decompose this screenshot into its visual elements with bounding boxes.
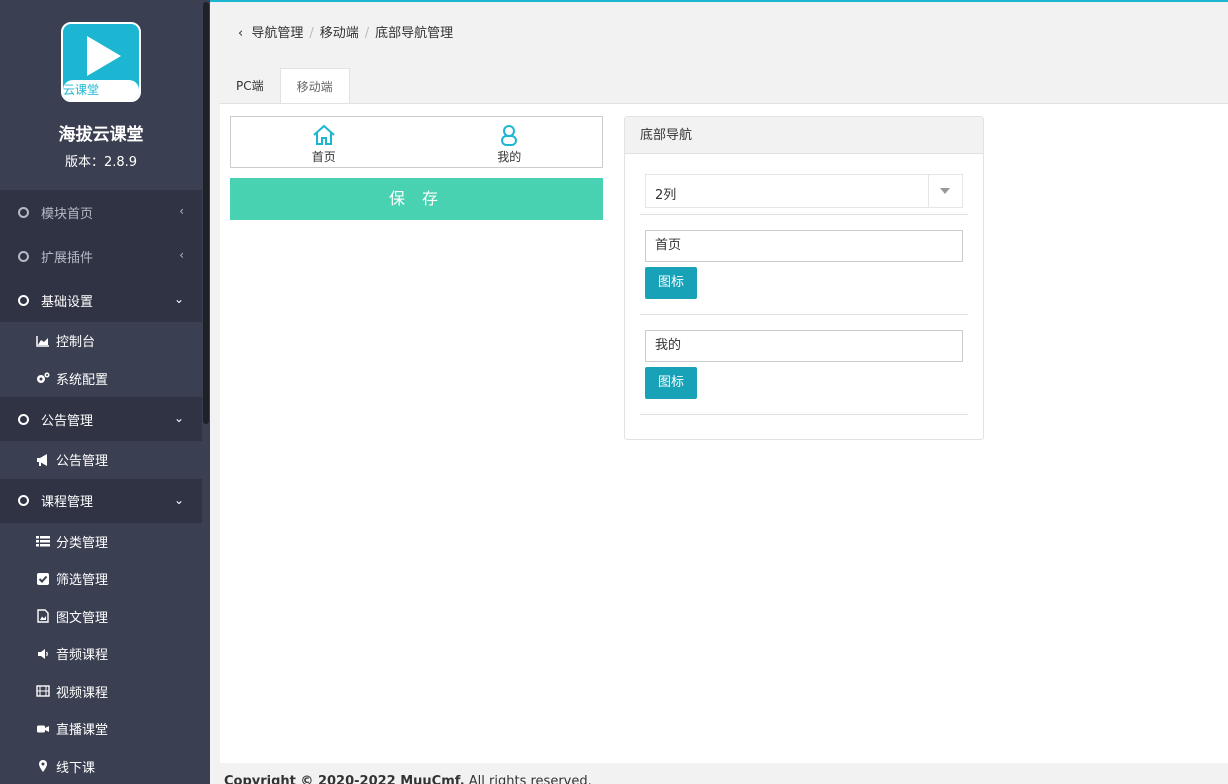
sidebar-item-notice-manage[interactable]: 公告管理 [0, 441, 202, 479]
area-chart-icon [36, 335, 49, 347]
sidebar-item-basic-settings[interactable]: 基础设置 ⌄ [0, 278, 202, 322]
volume-icon [38, 648, 48, 659]
circle-icon [18, 495, 29, 506]
sidebar-item-label: 直播课堂 [56, 723, 109, 739]
chevron-down-icon: ⌄ [173, 492, 184, 507]
tab-pc[interactable]: PC端 [220, 68, 280, 104]
bullhorn-icon [37, 453, 47, 466]
sidebar-item-category[interactable]: 分类管理 [0, 522, 202, 560]
sidebar-item-label: 线下课 [56, 760, 96, 776]
divider [640, 314, 968, 315]
preview-item-label: 首页 [311, 150, 336, 164]
play-icon [87, 36, 121, 76]
chevron-down-icon: ⌄ [173, 411, 184, 425]
tab-mobile[interactable]: 移动端 [279, 68, 350, 104]
sidebar-item-label: 图文管理 [56, 610, 109, 626]
nav-item-icon-button[interactable]: 图标 [645, 267, 697, 299]
caret-down-icon [940, 188, 950, 194]
sidebar-item-offline[interactable]: 线下课 [0, 747, 202, 784]
circle-icon [18, 294, 29, 306]
sidebar-item-label: 筛选管理 [56, 573, 109, 589]
preview-item-home[interactable]: 首页 [231, 117, 417, 167]
bottom-nav-panel: 底部导航 2列 首页 图标 我的 图标 [624, 116, 984, 440]
brand-name: 海拔云课堂 [58, 125, 144, 145]
breadcrumb-item[interactable]: 移动端 [320, 26, 359, 41]
sidebar-item-label: 基础设置 [41, 294, 94, 310]
copyright-text: Copyright © 2020-2022 MuuCmf. [224, 774, 465, 784]
breadcrumb-separator: / [309, 26, 314, 41]
panel-title: 底部导航 [625, 117, 983, 154]
app-logo: 云课堂 [61, 22, 141, 102]
preview-item-label: 我的 [497, 150, 522, 164]
save-button[interactable]: 保 存 [230, 178, 603, 220]
back-icon[interactable]: ‹ [238, 26, 243, 41]
sidebar-item-extensions[interactable]: 扩展插件 ‹ [0, 234, 202, 278]
sidebar: 云课堂 海拔云课堂 版本：2.8.9 模块首页 ‹ 扩展插件 ‹ 基础设置 ⌄ … [0, 0, 210, 784]
user-icon [501, 125, 518, 146]
image-file-icon [37, 609, 49, 623]
sidebar-item-video[interactable]: 视频课程 [0, 672, 202, 710]
home-icon [313, 124, 335, 145]
nav-item-name-input[interactable]: 我的 [645, 330, 963, 362]
tab-content: 首页 我的 保 存 底部导航 2列 首页 图标 我的 图标 [220, 103, 1228, 763]
sidebar-item-label: 公告管理 [56, 454, 109, 470]
nav-item-icon-button[interactable]: 图标 [645, 367, 697, 399]
sidebar-item-label: 视频课程 [56, 685, 109, 701]
scrollbar-thumb[interactable] [203, 2, 209, 424]
preview-item-mine[interactable]: 我的 [417, 117, 603, 167]
nav-item-name-input[interactable]: 首页 [645, 230, 963, 262]
circle-icon [18, 250, 29, 262]
divider [640, 214, 968, 215]
columns-select[interactable]: 2列 [645, 174, 963, 208]
circle-icon [18, 413, 29, 425]
sidebar-item-label: 模块首页 [41, 206, 94, 222]
columns-select-value: 2列 [655, 188, 677, 203]
video-camera-icon [37, 725, 49, 733]
breadcrumb-item[interactable]: 导航管理 [251, 26, 303, 41]
sidebar-scrollbar[interactable] [202, 0, 210, 784]
film-icon [36, 685, 50, 697]
map-marker-icon [39, 760, 47, 773]
breadcrumb-current: 底部导航管理 [375, 26, 454, 41]
sidebar-item-label: 分类管理 [56, 535, 109, 551]
sidebar-item-console[interactable]: 控制台 [0, 322, 202, 360]
chevron-left-icon: ‹ [179, 248, 184, 262]
sidebar-item-label: 课程管理 [41, 495, 94, 510]
sidebar-item-live[interactable]: 直播课堂 [0, 710, 202, 748]
sidebar-item-audio[interactable]: 音频课程 [0, 635, 202, 673]
tab-bar: PC端 移动端 [220, 68, 350, 104]
sidebar-item-notice-group[interactable]: 公告管理 ⌄ [0, 397, 202, 441]
divider [640, 414, 968, 415]
rights-text: All rights reserved. [464, 774, 592, 784]
logo-text: 云课堂 [63, 80, 139, 100]
breadcrumb-separator: / [364, 26, 370, 41]
sidebar-item-system-config[interactable]: 系统配置 [0, 359, 202, 397]
check-square-icon [37, 572, 49, 585]
breadcrumb: ‹ 导航管理 / 移动端 / 底部导航管理 [238, 22, 453, 41]
chevron-down-icon: ⌄ [173, 292, 184, 306]
sidebar-item-filter[interactable]: 筛选管理 [0, 560, 202, 598]
chevron-left-icon: ‹ [179, 204, 184, 218]
sidebar-item-graphic[interactable]: 图文管理 [0, 597, 202, 635]
bottom-nav-preview: 首页 我的 [230, 116, 603, 168]
sidebar-item-module-home[interactable]: 模块首页 ‹ [0, 190, 202, 234]
select-arrow-box[interactable] [928, 175, 962, 207]
main-area: ‹ 导航管理 / 移动端 / 底部导航管理 PC端 移动端 首页 我的 保 存 底部导航… [210, 2, 1228, 784]
sidebar-item-course-group[interactable]: 课程管理 ⌄ [0, 478, 202, 523]
sidebar-menu: 模块首页 ‹ 扩展插件 ‹ 基础设置 ⌄ 控制台 系统配置 公告管理 ⌄ 公告管… [0, 190, 202, 784]
list-icon [36, 536, 50, 547]
sidebar-item-label: 扩展插件 [41, 250, 94, 266]
footer-copyright: Copyright © 2020-2022 MuuCmf. All rights… [224, 774, 592, 784]
sidebar-item-label: 公告管理 [41, 413, 94, 429]
circle-icon [18, 206, 29, 218]
sidebar-item-label: 音频课程 [56, 648, 109, 664]
sidebar-item-label: 控制台 [56, 335, 96, 351]
brand-version: 版本：2.8.9 [64, 155, 138, 170]
gears-icon [37, 372, 50, 384]
sidebar-item-label: 系统配置 [56, 372, 109, 388]
